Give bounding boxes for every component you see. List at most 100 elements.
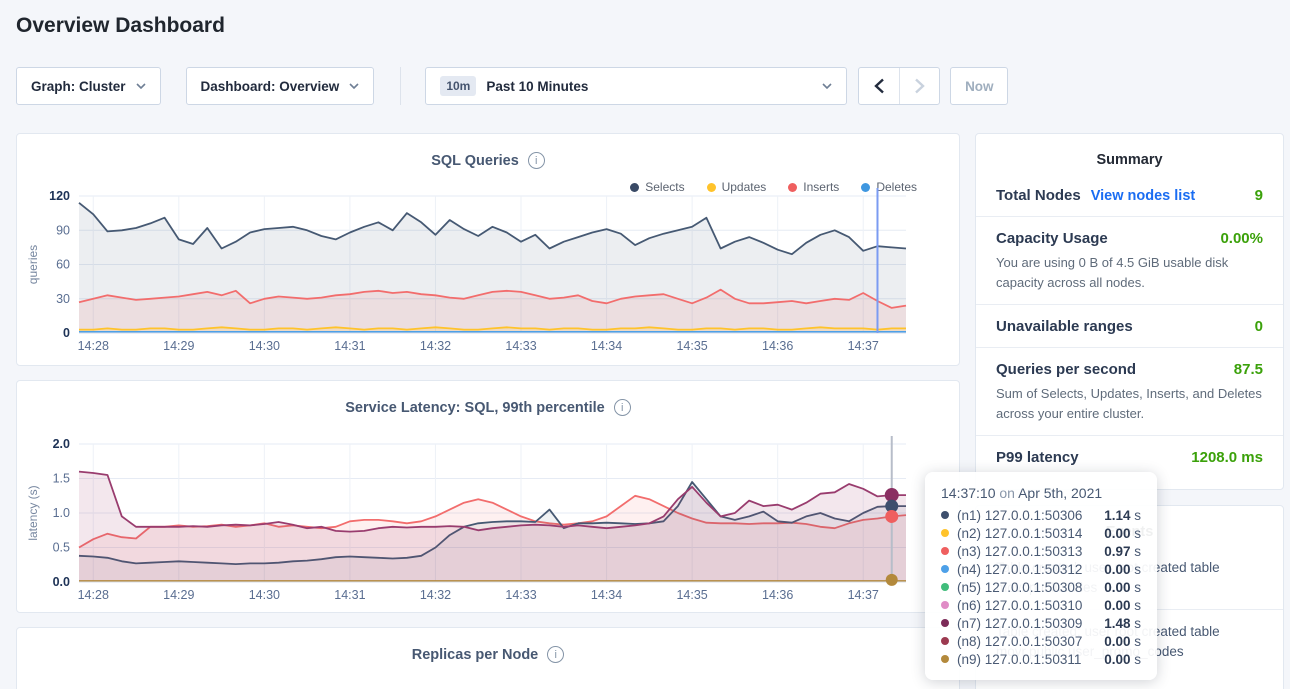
- x-tick-label: 14:37: [848, 339, 879, 353]
- summary-label: Capacity Usage: [996, 230, 1108, 247]
- node-address: (n4) 127.0.0.1:50312: [957, 562, 1082, 577]
- time-forward-button[interactable]: [899, 68, 939, 104]
- x-tick-label: 14:31: [334, 588, 365, 602]
- tooltip-row: (n8) 127.0.0.1:503070.00 s: [941, 632, 1141, 650]
- node-address: (n6) 127.0.0.1:50310: [957, 598, 1082, 613]
- x-tick-label: 14:37: [848, 588, 879, 602]
- node-color-dot: [941, 511, 949, 519]
- node-latency-value: 0.00 s: [1104, 526, 1141, 541]
- tooltip-timestamp: 14:37:10 on Apr 5th, 2021: [941, 485, 1141, 501]
- sql-queries-chart[interactable]: 030609012014:2814:2914:3014:3114:3214:33…: [17, 134, 959, 365]
- y-tick-label: 120: [49, 189, 70, 203]
- node-color-dot: [941, 583, 949, 591]
- node-latency-value: 0.00 s: [1104, 652, 1141, 667]
- chevron-down-icon: [349, 83, 359, 89]
- info-icon[interactable]: i: [547, 646, 564, 663]
- node-address: (n1) 127.0.0.1:50306: [957, 508, 1082, 523]
- node-color-dot: [941, 655, 949, 663]
- view-nodes-list-link[interactable]: View nodes list: [1091, 188, 1196, 204]
- service-latency-chart-card: Service Latency: SQL, 99th percentile i …: [16, 380, 960, 613]
- summary-panel-title: Summary: [976, 134, 1283, 174]
- tooltip-row: (n3) 127.0.0.1:503130.97 s: [941, 542, 1141, 560]
- time-range-dropdown[interactable]: 10m Past 10 Minutes: [425, 67, 847, 105]
- summary-row: Unavailable ranges0: [976, 305, 1283, 348]
- y-axis-label: latency (s): [26, 485, 40, 540]
- time-step-buttons: [858, 67, 940, 105]
- now-button[interactable]: Now: [950, 67, 1008, 105]
- x-tick-label: 14:33: [505, 339, 536, 353]
- node-latency-value: 1.48 s: [1104, 616, 1141, 631]
- y-tick-label: 0.5: [53, 541, 70, 555]
- summary-label: P99 latency: [996, 449, 1079, 466]
- summary-row: Capacity Usage0.00%You are using 0 B of …: [976, 217, 1283, 305]
- node-color-dot: [941, 637, 949, 645]
- chevron-down-icon: [136, 83, 146, 89]
- dashboard-dropdown[interactable]: Dashboard: Overview: [186, 67, 375, 105]
- node-latency-value: 0.00 s: [1104, 580, 1141, 595]
- x-tick-label: 14:28: [78, 588, 109, 602]
- x-tick-label: 14:34: [591, 588, 622, 602]
- hover-marker-dot: [886, 574, 898, 586]
- x-tick-label: 14:36: [762, 588, 793, 602]
- summary-row: Queries per second 87.5 Sum of Selects, Up…: [976, 348, 1283, 436]
- y-axis-label: queries: [26, 245, 40, 284]
- x-tick-label: 14:35: [676, 339, 707, 353]
- node-color-dot: [941, 619, 949, 627]
- x-tick-label: 14:30: [249, 588, 280, 602]
- x-tick-label: 14:29: [163, 588, 194, 602]
- summary-label: Total Nodes: [996, 187, 1081, 204]
- time-range-badge: 10m: [440, 76, 476, 96]
- summary-value: 1208.0 ms: [1191, 449, 1263, 466]
- node-color-dot: [941, 565, 949, 573]
- node-latency-value: 0.00 s: [1104, 634, 1141, 649]
- summary-label: Queries per second: [996, 361, 1136, 378]
- node-color-dot: [941, 529, 949, 537]
- x-tick-label: 14:29: [163, 339, 194, 353]
- summary-label: Unavailable ranges: [996, 318, 1133, 335]
- node-latency-value: 0.00 s: [1104, 598, 1141, 613]
- summary-description: Sum of Selects, Updates, Inserts, and De…: [996, 384, 1263, 423]
- y-tick-label: 60: [56, 258, 70, 272]
- tooltip-row: (n9) 127.0.0.1:50311 0.00 s: [941, 650, 1141, 668]
- time-range-label: Past 10 Minutes: [486, 79, 812, 94]
- x-tick-label: 14:32: [420, 588, 451, 602]
- x-tick-label: 14:35: [676, 588, 707, 602]
- summary-rows: Total Nodes View nodes list 9 Capacity Usag…: [976, 174, 1283, 478]
- chevron-down-icon: [822, 83, 832, 89]
- summary-description: You are using 0 B of 4.5 GiB usable disk…: [996, 253, 1263, 292]
- service-latency-chart[interactable]: 0.00.51.01.52.014:2814:2914:3014:3114:32…: [17, 381, 959, 612]
- time-back-button[interactable]: [859, 68, 899, 104]
- graph-scope-dropdown[interactable]: Graph: Cluster: [16, 67, 161, 105]
- replicas-per-node-chart-card: Replicas per Node i: [16, 627, 960, 689]
- tooltip-row: (n6) 127.0.0.1:50310 0.00 s: [941, 596, 1141, 614]
- node-address: (n9) 127.0.0.1:50311: [957, 652, 1081, 667]
- node-latency-value: 0.97 s: [1104, 544, 1141, 559]
- summary-value: 9: [1255, 187, 1263, 204]
- x-tick-label: 14:36: [762, 339, 793, 353]
- x-tick-label: 14:28: [78, 339, 109, 353]
- node-color-dot: [941, 601, 949, 609]
- y-tick-label: 1.0: [53, 506, 70, 520]
- summary-panel: Summary Total Nodes View nodes list 9 Capac…: [975, 133, 1284, 490]
- dashboard-controls: Graph: Cluster Dashboard: Overview 10m P…: [16, 67, 1008, 105]
- sql-queries-chart-card: SQL Queries i SelectsUpdatesInsertsDelet…: [16, 133, 960, 366]
- node-latency-value: 1.14 s: [1104, 508, 1141, 523]
- y-tick-label: 0.0: [53, 575, 70, 589]
- tooltip-row: (n2) 127.0.0.1:503140.00 s: [941, 524, 1141, 542]
- summary-value: 87.5: [1234, 361, 1263, 378]
- node-address: (n5) 127.0.0.1:50308: [957, 580, 1082, 595]
- tooltip-row: (n1) 127.0.0.1:50306 1.14 s: [941, 506, 1141, 524]
- controls-divider: [400, 67, 401, 105]
- tooltip-row: (n5) 127.0.0.1:50308 0.00 s: [941, 578, 1141, 596]
- summary-row: Total Nodes View nodes list 9: [976, 174, 1283, 217]
- page-title: Overview Dashboard: [16, 14, 225, 38]
- tooltip-row: (n4) 127.0.0.1:50312 0.00 s: [941, 560, 1141, 578]
- node-latency-value: 0.00 s: [1104, 562, 1141, 577]
- chart-title: Replicas per Node: [412, 647, 539, 663]
- node-address: (n7) 127.0.0.1:50309: [957, 616, 1082, 631]
- y-tick-label: 0: [63, 326, 70, 340]
- x-tick-label: 14:31: [334, 339, 365, 353]
- tooltip-rows: (n1) 127.0.0.1:50306 1.14 s(n2) 127.0.0.1…: [941, 506, 1141, 668]
- chevron-right-icon: [914, 78, 925, 94]
- dashboard-dropdown-label: Dashboard: Overview: [201, 79, 340, 94]
